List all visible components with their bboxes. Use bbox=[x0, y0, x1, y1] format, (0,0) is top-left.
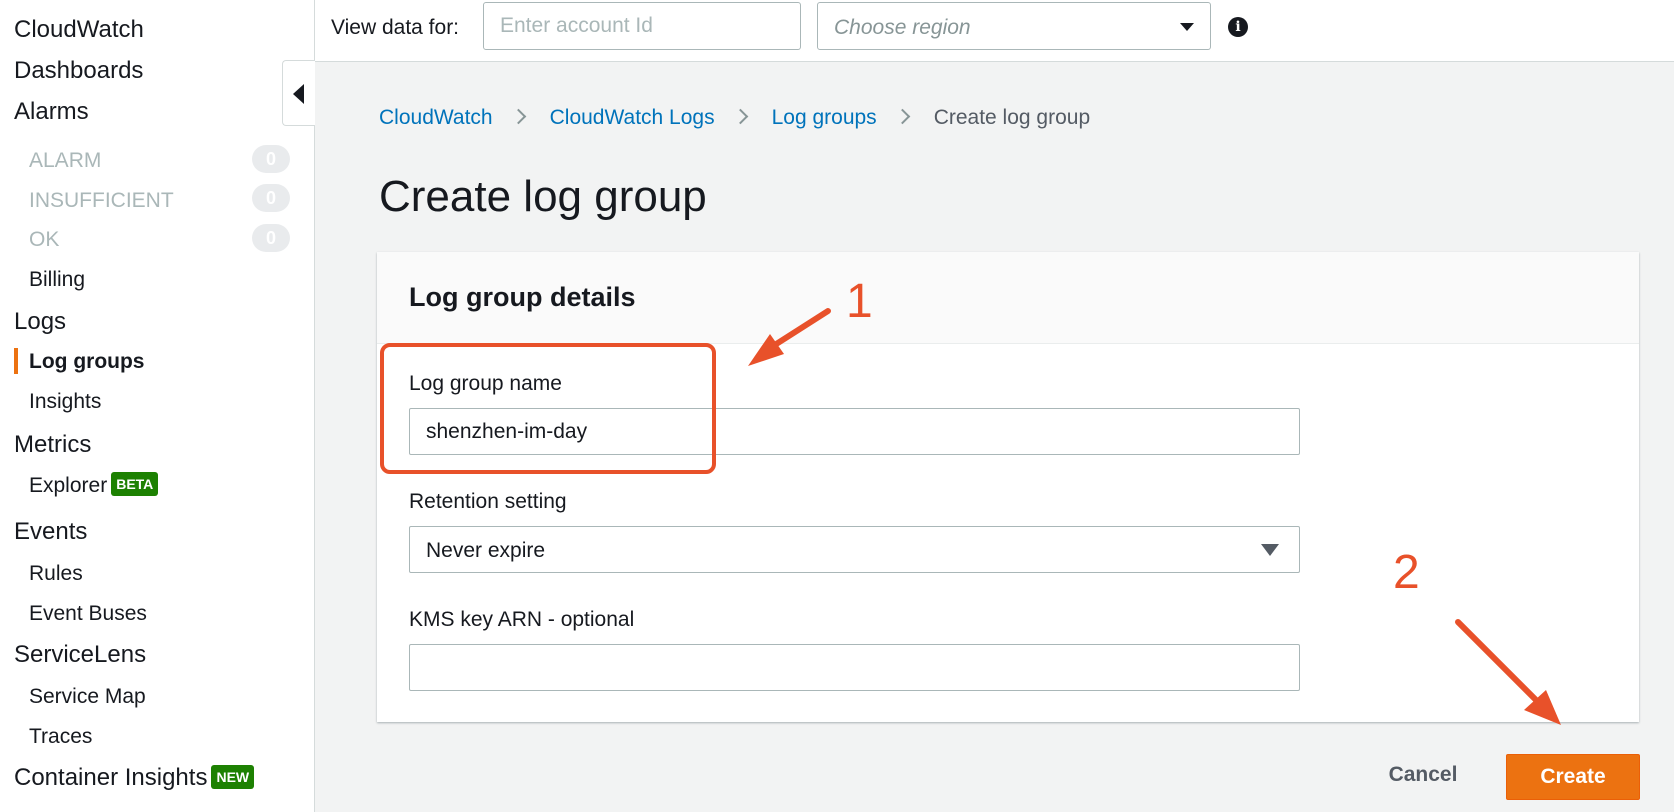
breadcrumb: CloudWatch CloudWatch Logs Log groups Creat… bbox=[379, 106, 1090, 130]
retention-setting-label: Retention setting bbox=[409, 490, 567, 513]
annotation-highlight-box bbox=[380, 343, 716, 474]
sidebar-item-explorer-label: Explorer bbox=[29, 474, 108, 497]
sidebar-item-events[interactable]: Events bbox=[14, 518, 87, 546]
active-indicator bbox=[14, 348, 18, 374]
chevron-right-icon bbox=[894, 108, 910, 125]
sidebar-item-log-groups[interactable]: Log groups bbox=[29, 350, 144, 374]
alarm-count-badge: 0 bbox=[252, 145, 290, 173]
sidebar-item-explorer[interactable]: Explorer BETA bbox=[29, 472, 159, 498]
sidebar-item-billing[interactable]: Billing bbox=[29, 268, 85, 292]
sidebar-item-logs[interactable]: Logs bbox=[14, 308, 66, 336]
annotation-step-1: 1 bbox=[846, 275, 873, 328]
caret-down-icon bbox=[1180, 23, 1194, 31]
sidebar-item-container-insights[interactable]: Container Insights NEW bbox=[14, 764, 255, 792]
account-id-input[interactable] bbox=[483, 2, 801, 50]
top-bar: View data for: Choose region i bbox=[315, 0, 1674, 62]
breadcrumb-cloudwatch-logs[interactable]: CloudWatch Logs bbox=[550, 106, 715, 129]
caret-left-icon bbox=[293, 84, 304, 104]
insufficient-count-badge: 0 bbox=[252, 184, 290, 212]
retention-setting-select[interactable]: Never expire bbox=[409, 526, 1300, 573]
log-group-details-panel: Log group details Log group name Retenti… bbox=[377, 252, 1639, 722]
create-button[interactable]: Create bbox=[1506, 754, 1640, 800]
annotation-step-2: 2 bbox=[1393, 546, 1420, 599]
chevron-right-icon bbox=[732, 108, 748, 125]
chevron-right-icon bbox=[510, 108, 526, 125]
sidebar-item-metrics[interactable]: Metrics bbox=[14, 431, 91, 459]
sidebar-item-servicelens[interactable]: ServiceLens bbox=[14, 641, 146, 669]
ok-count-badge: 0 bbox=[252, 224, 290, 252]
collapse-sidebar-button[interactable] bbox=[282, 60, 316, 126]
sidebar-item-alarm-state[interactable]: ALARM bbox=[29, 149, 101, 173]
breadcrumb-current: Create log group bbox=[933, 106, 1091, 129]
sidebar-item-ok-state[interactable]: OK bbox=[29, 228, 59, 252]
view-data-label: View data for: bbox=[331, 16, 460, 39]
kms-key-arn-label: KMS key ARN - optional bbox=[409, 608, 635, 631]
kms-key-arn-input[interactable] bbox=[409, 644, 1300, 691]
sidebar-item-cloudwatch[interactable]: CloudWatch bbox=[14, 16, 144, 44]
new-badge: NEW bbox=[211, 764, 255, 789]
sidebar: CloudWatch Dashboards Alarms ALARM 0 INS… bbox=[0, 0, 315, 812]
sidebar-item-service-map[interactable]: Service Map bbox=[29, 685, 146, 709]
sidebar-item-container-insights-label: Container Insights bbox=[14, 764, 208, 791]
panel-title: Log group details bbox=[409, 282, 636, 312]
beta-badge: BETA bbox=[111, 472, 159, 497]
sidebar-item-event-buses[interactable]: Event Buses bbox=[29, 602, 147, 626]
region-placeholder: Choose region bbox=[834, 16, 971, 39]
sidebar-item-alarms[interactable]: Alarms bbox=[14, 98, 89, 126]
sidebar-item-traces[interactable]: Traces bbox=[29, 725, 92, 749]
retention-selected-value: Never expire bbox=[426, 539, 546, 562]
breadcrumb-log-groups[interactable]: Log groups bbox=[772, 106, 877, 129]
breadcrumb-cloudwatch[interactable]: CloudWatch bbox=[379, 106, 493, 129]
page-title: Create log group bbox=[379, 172, 707, 221]
info-icon[interactable]: i bbox=[1228, 17, 1248, 37]
cancel-button[interactable]: Cancel bbox=[1368, 752, 1478, 798]
sidebar-item-insufficient-state[interactable]: INSUFFICIENT bbox=[29, 189, 174, 213]
panel-header: Log group details bbox=[377, 252, 1639, 344]
sidebar-item-rules[interactable]: Rules bbox=[29, 562, 83, 586]
region-select[interactable]: Choose region bbox=[817, 2, 1211, 50]
sidebar-item-dashboards[interactable]: Dashboards bbox=[14, 57, 143, 85]
sidebar-item-insights[interactable]: Insights bbox=[29, 390, 101, 414]
caret-down-icon bbox=[1261, 544, 1279, 556]
